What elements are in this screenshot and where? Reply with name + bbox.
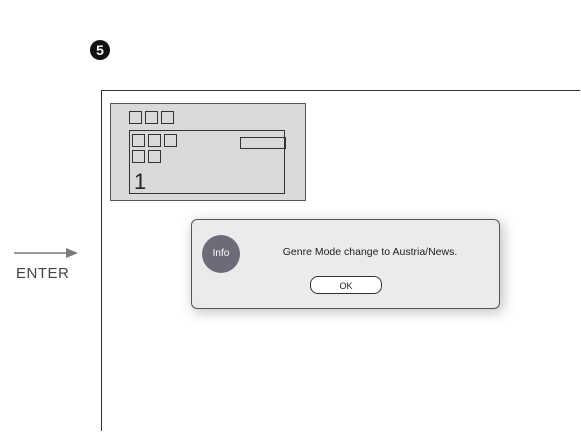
enter-transition: ENTER <box>14 245 80 285</box>
tv-screen: 1 Info Genre Mode change to Austria/News… <box>101 90 580 431</box>
front-display-panel: 1 <box>110 103 306 201</box>
segment-box <box>132 150 145 163</box>
enter-label: ENTER <box>16 265 70 282</box>
segment-box <box>164 134 177 147</box>
segment-box <box>161 111 174 124</box>
info-dialog: Info Genre Mode change to Austria/News. … <box>191 219 500 309</box>
display-digit: 1 <box>134 169 147 194</box>
segment-box <box>148 134 161 147</box>
ok-button[interactable]: OK <box>310 276 382 294</box>
dialog-message: Genre Mode change to Austria/News. <box>282 246 458 258</box>
info-icon: Info <box>202 235 240 273</box>
right-arrow-icon <box>14 248 78 258</box>
level-bar <box>240 137 286 149</box>
segment-box <box>148 150 161 163</box>
step-number-badge: 5 <box>90 40 110 60</box>
segment-box <box>132 134 145 147</box>
segment-box <box>145 111 158 124</box>
inner-display: 1 <box>129 130 286 194</box>
segment-box <box>129 111 142 124</box>
